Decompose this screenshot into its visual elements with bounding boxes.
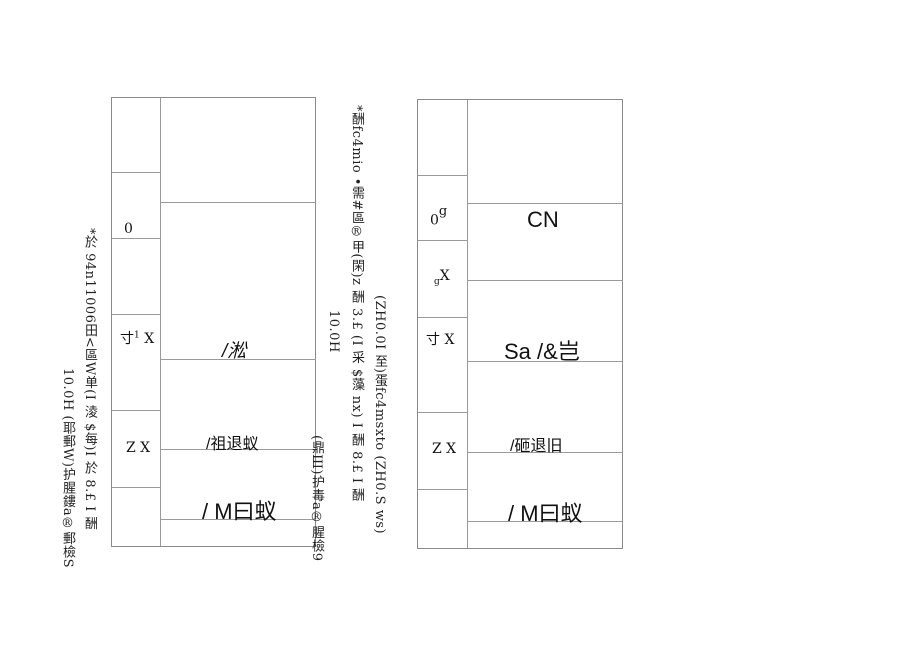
right-row-label-siX: 寸 X: [426, 332, 455, 348]
row-divider: [112, 314, 160, 315]
row-divider: [418, 412, 467, 413]
table-right-col-divider: [467, 100, 468, 548]
left-row-label-siX: 寸1 X: [120, 328, 154, 348]
row-divider: [418, 317, 467, 318]
row-divider: [418, 489, 467, 490]
middle-annotation-line1: *酬fc4mio •需#區®甲(閑)z 酬 3.£ (I 采 $藻 nx) I …: [349, 105, 364, 502]
middle-annotation-line3: 10.0H: [326, 310, 341, 353]
row-divider: [467, 280, 623, 281]
left-row-label-sup: 1: [134, 330, 140, 341]
left-row-label-0: 0: [124, 221, 133, 237]
left-cell-c: / M曰蚁: [202, 499, 277, 524]
left-annotation-line2: 10.0H (耶郵W)护腥鏤a®郵檢S: [60, 368, 75, 569]
row-divider: [112, 238, 160, 239]
left-cell-a: /淞: [222, 341, 247, 362]
right-row-label-0g: 0g: [430, 204, 447, 229]
right-cell-cn: CN: [527, 207, 559, 232]
left-row-label-si: 寸: [120, 331, 134, 347]
right-row-label-zx: Z X: [432, 441, 457, 457]
row-divider: [112, 487, 160, 488]
right-cell-sa: Sa /&岂: [504, 339, 580, 364]
left-cell-b: /祖退蚁: [206, 436, 259, 453]
right-row-label-gx: gX: [434, 268, 450, 287]
row-divider: [112, 410, 160, 411]
row-divider: [160, 202, 316, 203]
row-divider: [112, 172, 160, 173]
middle-annotation-line2: (ZH0.0I 至)蛋fc4msxto (ZH0.S ws): [372, 295, 387, 535]
row-divider: [418, 175, 467, 176]
table-left-col-divider: [160, 98, 161, 546]
middle-annotation-line4: (鼎Ш)护毒a®腥檢9: [309, 435, 324, 562]
table-left: 0 寸1 X Z X /淞 /祖退蚁 / M曰蚁: [111, 97, 316, 547]
left-row-label-zx: Z X: [126, 440, 151, 456]
right-row-label-g: g: [438, 204, 448, 219]
right-row-label-0: 0: [430, 212, 439, 229]
right-cell-b: /砸退旧: [510, 438, 563, 455]
left-row-label-x: X: [144, 331, 155, 347]
right-row-label-x: X: [439, 268, 450, 284]
row-divider: [467, 203, 623, 204]
row-divider: [418, 240, 467, 241]
left-annotation-line1: *於 94n11006田<區W单(I 淩 $每)I 於 8.£ I 酬: [82, 228, 97, 530]
table-right: 0g gX 寸 X Z X CN Sa /&岂 /砸退旧 / M曰蚁: [417, 99, 623, 549]
right-cell-c: / M曰蚁: [508, 501, 583, 526]
